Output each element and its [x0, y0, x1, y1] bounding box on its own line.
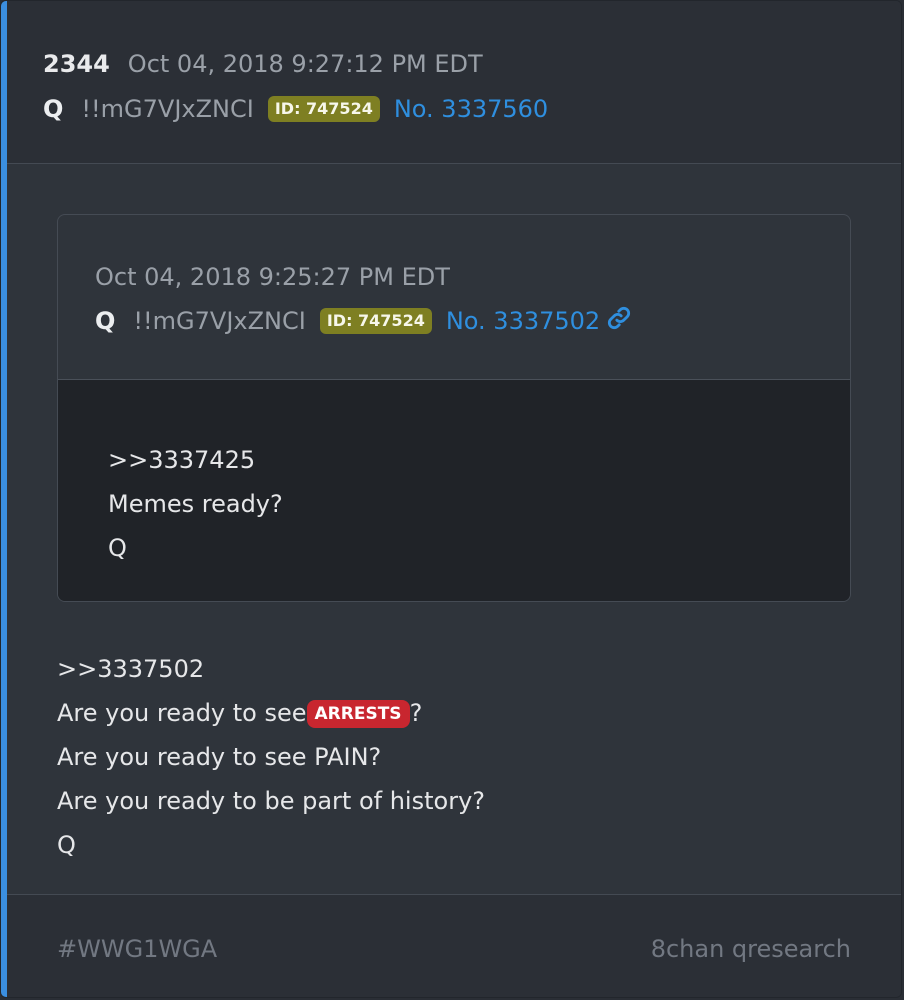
quoted-signature: Q	[108, 534, 127, 562]
author-tripcode: !!mG7VJxZNCI	[81, 95, 254, 123]
author-name: Q	[43, 95, 64, 123]
post-footer: #WWG1WGA 8chan qresearch	[7, 894, 901, 997]
post-meta-row: 2344 Oct 04, 2018 9:27:12 PM EDT	[43, 49, 483, 79]
reply-link[interactable]: >>3337502	[57, 647, 485, 691]
quoted-author-tripcode: !!mG7VJxZNCI	[133, 307, 306, 335]
quoted-id-badge: ID: 747524	[319, 308, 432, 334]
link-icon[interactable]	[606, 305, 632, 339]
quoted-post: Oct 04, 2018 9:25:27 PM EDT Q !!mG7VJxZNC…	[57, 214, 851, 602]
body-line: Are you ready to be part of history?	[57, 787, 486, 815]
quoted-line: Memes ready?	[108, 490, 283, 518]
post-header: 2344 Oct 04, 2018 9:27:12 PM EDT Q !!mG7VJ…	[7, 1, 901, 164]
post-number-link[interactable]: No. 3337560	[394, 95, 548, 123]
hashtag[interactable]: #WWG1WGA	[57, 935, 217, 963]
source-label: 8chan qresearch	[650, 935, 851, 963]
quoted-post-body: >>3337425 Memes ready? Q	[58, 380, 850, 601]
body-line-text: Are you ready to see	[57, 699, 307, 727]
quoted-post-text: >>3337425 Memes ready? Q	[108, 438, 283, 570]
post-number: 2344	[43, 50, 110, 78]
quoted-post-header: Oct 04, 2018 9:25:27 PM EDT Q !!mG7VJxZNC…	[58, 215, 850, 380]
id-badge: ID: 747524	[267, 96, 380, 122]
body-line-suffix: ?	[409, 699, 423, 727]
quoted-post-number-link[interactable]: No. 3337502	[446, 307, 600, 335]
post-date: Oct 04, 2018 9:27:12 PM EDT	[127, 50, 483, 78]
quoted-reply-link[interactable]: >>3337425	[108, 438, 283, 482]
body-line: Are you ready to see PAIN?	[57, 743, 382, 771]
post-author-row: Q !!mG7VJxZNCI ID: 747524 No. 3337560	[43, 93, 548, 125]
quoted-post-date: Oct 04, 2018 9:25:27 PM EDT	[95, 263, 450, 291]
arrests-badge: ARRESTS	[306, 700, 410, 728]
post-card: 2344 Oct 04, 2018 9:27:12 PM EDT Q !!mG7VJ…	[0, 0, 902, 998]
post-body: >>3337502 Are you ready to see ARRESTS? A…	[57, 647, 485, 867]
body-line: Are you ready to see ARRESTS?	[57, 691, 485, 735]
post-signature: Q	[57, 831, 76, 859]
quoted-author-name: Q	[95, 307, 116, 335]
quoted-author-row: Q !!mG7VJxZNCI ID: 747524 No. 3337502	[95, 305, 632, 339]
